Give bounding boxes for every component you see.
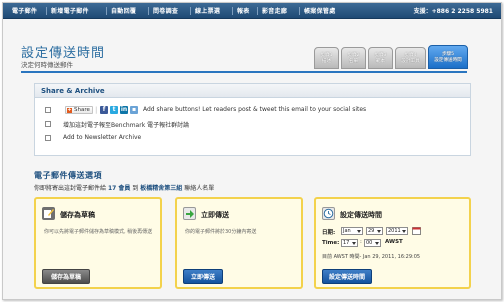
share-button-label: Share [74, 107, 90, 113]
social-share-icon: ▪ [130, 106, 138, 114]
nav-new-email[interactable]: 新增電子郵件 [51, 6, 89, 15]
share-button[interactable]: + Share [65, 106, 93, 114]
step-3-tab[interactable]: 步驟3 範本 [368, 47, 393, 69]
save-draft-description: 你可以先將電子郵件儲存為草稿模式, 稍後再傳送 [44, 229, 153, 235]
step-5-label: 設定傳送時間 [434, 57, 462, 63]
community-option-row: 增加這封電子報至Benchmark 電子報社群討論 [45, 120, 345, 129]
schedule-title: 設定傳送時間 [340, 211, 382, 219]
save-draft-title: 儲存為草稿 [60, 211, 95, 219]
nav-divider [257, 7, 258, 15]
nav-archive[interactable]: 帳案保管處 [304, 6, 336, 15]
nav-survey[interactable]: 問卷調查 [153, 6, 178, 15]
linkedin-icon: in [120, 106, 128, 114]
save-draft-button[interactable]: 儲存為草稿 [42, 269, 90, 284]
description-suffix: 聯絡人名單 [184, 185, 215, 192]
send-now-button[interactable]: 立即傳送 [183, 269, 223, 284]
step-3-label: 範本 [375, 58, 386, 64]
month-select[interactable]: Jan [341, 227, 363, 235]
nav-divider [148, 7, 149, 15]
send-arrow-icon [183, 207, 196, 220]
share-panel-title: Share & Archive [41, 87, 105, 95]
archive-option-row: Add to Newsletter Archive [45, 134, 345, 143]
nav-divider [106, 7, 107, 15]
share-buttons-text: Add share buttons! Let readers post & tw… [143, 106, 367, 113]
send-now-title: 立即傳送 [201, 211, 229, 219]
share-buttons-checkbox[interactable] [45, 107, 51, 113]
step-1-tab[interactable]: 步驟1 描述 [314, 47, 339, 69]
archive-option-label: Add to Newsletter Archive [63, 134, 142, 141]
schedule-card: 設定傳送時間 日期: Jan 29 2011 Time: 17 : 00 AWS… [314, 197, 471, 289]
plus-icon: + [67, 107, 72, 113]
set-schedule-button[interactable]: 設定傳送時間 [322, 269, 372, 284]
steps-underline [21, 71, 467, 73]
nav-poll[interactable]: 線上票選 [195, 6, 220, 15]
save-draft-card: 儲存為草稿 你可以先將電子郵件儲存為草稿模式, 稍後再傳送 儲存為草稿 [34, 197, 162, 289]
nav-divider [232, 7, 233, 15]
day-select[interactable]: 29 [366, 227, 383, 235]
twitter-icon: t [110, 106, 118, 114]
nav-reports[interactable]: 報表 [237, 6, 250, 15]
send-options-description: 你即將寄出這封電子郵件給 17 會員 到 板橋精舍第三組 聯絡人名單 [34, 183, 214, 192]
nav-divider [46, 7, 47, 15]
time-label: Time: [322, 240, 340, 246]
list-name: 板橋精舍第三組 [140, 185, 183, 192]
clock-icon [322, 207, 335, 220]
description-mid: 到 [132, 185, 139, 192]
pencil-edit-icon [42, 207, 55, 220]
minute-select[interactable]: 00 [364, 239, 381, 247]
current-time-text: 目前 AWST 時間- Jan 29, 2011, 16:29:05 [322, 254, 421, 260]
nav-divider [190, 7, 191, 15]
share-panel-header: Share & Archive [35, 84, 470, 98]
send-now-description: 你的電子郵件將於30分鐘內寄送 [185, 229, 257, 235]
community-option-label: 增加這封電子報至Benchmark 電子報社群討論 [63, 122, 190, 129]
send-options-title: 電子郵件傳送選項 [34, 171, 102, 180]
year-select[interactable]: 2011 [386, 227, 408, 235]
share-archive-panel: Share & Archive + Share | f t in ▪ Add s… [34, 83, 471, 156]
community-checkbox[interactable] [45, 121, 51, 127]
nav-divider [299, 7, 300, 15]
nav-email[interactable]: 電子郵件 [12, 6, 37, 15]
share-buttons-row: + Share | f t in ▪ Add share buttons! Le… [45, 106, 465, 115]
step-4-label: 設計工具 [401, 58, 420, 64]
divider: | [95, 106, 98, 114]
app-window: 電子郵件 新增電子郵件 自動回覆 問卷調查 線上票選 報表 影音走廊 帳案保管處… [2, 2, 502, 300]
hour-select[interactable]: 17 [341, 239, 358, 247]
step-5-tab-active[interactable]: 步驟5 設定傳送時間 [428, 45, 468, 69]
member-count: 17 會員 [107, 185, 131, 192]
description-prefix: 你即將寄出這封電子郵件給 [34, 185, 107, 192]
step-4-tab[interactable]: 步驟4 設計工具 [395, 47, 426, 69]
step-2-label: 名單 [348, 58, 359, 64]
support-phone: 支援：+886 2 2258 5981 [413, 8, 493, 15]
top-nav: 電子郵件 新增電子郵件 自動回覆 問卷調查 線上票選 報表 影音走廊 帳案保管處… [3, 3, 501, 19]
step-1-label: 描述 [321, 58, 332, 64]
date-label: 日期: [322, 230, 336, 236]
calendar-icon[interactable] [412, 226, 421, 237]
timezone-label: AWST [385, 239, 403, 245]
archive-checkbox[interactable] [45, 135, 51, 141]
nav-autoresponder[interactable]: 自動回覆 [111, 6, 136, 15]
step-2-tab[interactable]: 步驟2 名單 [341, 47, 366, 69]
nav-video[interactable]: 影音走廊 [262, 6, 287, 15]
send-now-card: 立即傳送 你的電子郵件將於30分鐘內寄送 立即傳送 [175, 197, 303, 289]
facebook-icon: f [100, 106, 108, 114]
page-subtitle: 決定何時傳送郵件 [21, 61, 73, 69]
time-colon: : [360, 239, 362, 245]
